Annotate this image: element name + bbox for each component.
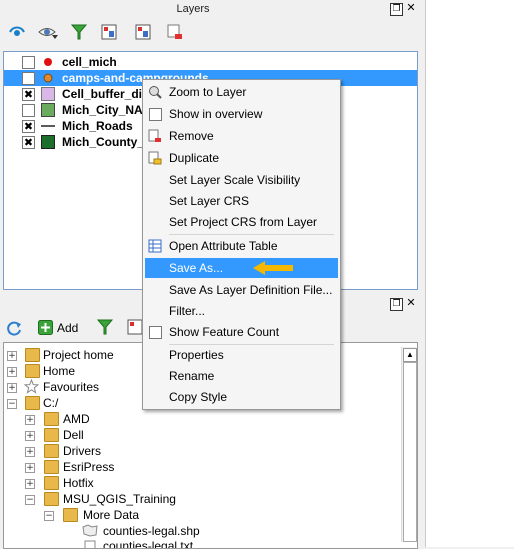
tree-item-label[interactable]: C:/: [43, 396, 58, 410]
add-icon[interactable]: [38, 320, 53, 335]
menu-item-open-attribute-table[interactable]: Open Attribute Table: [145, 236, 338, 256]
tree-item-label[interactable]: Dell: [63, 428, 84, 442]
tree-item-label[interactable]: Project home: [43, 348, 114, 362]
tree-item-label[interactable]: Drivers: [63, 444, 101, 458]
layer-visibility-checkbox[interactable]: [22, 104, 35, 117]
float-panel-button[interactable]: ❐: [390, 298, 403, 311]
checkbox-icon[interactable]: [149, 108, 162, 121]
filter-icon[interactable]: [70, 23, 88, 41]
menu-item-copy-style[interactable]: Copy Style: [145, 387, 338, 407]
menu-item-remove[interactable]: Remove: [145, 126, 338, 146]
polygon-symbol-icon: [41, 87, 55, 101]
layers-panel-title: Layers: [176, 3, 210, 15]
expand-toggle[interactable]: +: [7, 383, 17, 393]
file-icon: [84, 540, 96, 548]
line-symbol-icon: [41, 125, 55, 127]
add-button-label[interactable]: Add: [57, 321, 78, 335]
expand-toggle[interactable]: +: [25, 415, 35, 425]
table-icon: [148, 239, 162, 253]
arrow-left-icon: [253, 261, 293, 275]
open-layer-styling-icon[interactable]: [8, 23, 26, 41]
folder-icon: [44, 460, 59, 474]
collapse-all-icon[interactable]: [134, 23, 152, 41]
folder-icon: [44, 492, 59, 506]
menu-item-zoom-to-layer[interactable]: Zoom to Layer: [145, 82, 338, 102]
remove-layer-icon: [148, 129, 161, 142]
layer-name: Mich_Roads: [62, 119, 133, 133]
menu-separator: [169, 234, 334, 235]
collapse-toggle[interactable]: −: [44, 511, 54, 521]
layer-name: Mich_City_NAI: [62, 103, 147, 117]
menu-item-rename[interactable]: Rename: [145, 366, 338, 386]
folder-icon: [25, 348, 40, 362]
tree-item-label[interactable]: More Data: [83, 508, 139, 522]
star-icon: [24, 379, 39, 394]
folder-icon: [44, 444, 59, 458]
layer-name: Mich_County_: [62, 135, 145, 149]
collapse-toggle[interactable]: −: [25, 495, 35, 505]
menu-item-set-layer-scale-visibility[interactable]: Set Layer Scale Visibility: [145, 170, 338, 190]
layer-visibility-checkbox[interactable]: [22, 56, 35, 69]
layer-name: cell_mich: [62, 55, 117, 69]
expand-toggle[interactable]: +: [25, 479, 35, 489]
point-symbol-icon: [43, 73, 53, 83]
expand-toggle[interactable]: +: [7, 367, 17, 377]
menu-item-show-feature-count[interactable]: Show Feature Count: [145, 322, 338, 342]
tree-item-label[interactable]: EsriPress: [63, 460, 114, 474]
tree-item-label[interactable]: AMD: [63, 412, 90, 426]
menu-item-save-as[interactable]: Save As...: [145, 258, 338, 278]
tree-item-label[interactable]: counties-legal.txt: [103, 539, 193, 548]
menu-item-show-in-overview[interactable]: Show in overview: [145, 104, 338, 124]
float-panel-button[interactable]: ❐: [390, 3, 403, 16]
chevron-down-icon[interactable]: [52, 35, 58, 39]
remove-layer-icon[interactable]: [166, 23, 184, 41]
shapefile-icon: [82, 524, 98, 537]
scrollbar-thumb[interactable]: [403, 362, 417, 542]
layer-context-menu: Zoom to Layer Show in overview Remove Du…: [142, 79, 341, 410]
layer-row-cell-mich[interactable]: cell_mich: [4, 54, 417, 70]
close-panel-button[interactable]: ✕: [405, 297, 417, 308]
tree-item-label[interactable]: MSU_QGIS_Training: [63, 492, 176, 506]
scroll-up-button[interactable]: ▲: [403, 348, 417, 362]
collapse-toggle[interactable]: −: [7, 399, 17, 409]
duplicate-layer-icon: [148, 151, 162, 165]
menu-item-save-as-layer-definition[interactable]: Save As Layer Definition File...: [145, 280, 338, 300]
expand-toggle[interactable]: +: [25, 447, 35, 457]
polygon-symbol-icon: [41, 103, 55, 117]
expand-toggle[interactable]: +: [25, 463, 35, 473]
layer-visibility-checkbox[interactable]: ✖: [22, 120, 35, 133]
tree-item-label[interactable]: Favourites: [43, 380, 99, 394]
menu-item-properties[interactable]: Properties: [145, 345, 338, 365]
refresh-icon[interactable]: [5, 319, 23, 337]
folder-icon: [44, 428, 59, 442]
checkbox-icon[interactable]: [149, 326, 162, 339]
zoom-icon: [149, 86, 162, 99]
folder-icon: [63, 508, 78, 522]
layer-name: Cell_buffer_di: [62, 87, 143, 101]
menu-item-set-project-crs[interactable]: Set Project CRS from Layer: [145, 212, 338, 232]
tree-item-label[interactable]: Hotfix: [63, 476, 94, 490]
tree-item-label[interactable]: counties-legal.shp: [103, 524, 200, 538]
map-canvas-area[interactable]: [425, 0, 514, 547]
home-folder-icon: [25, 364, 40, 378]
expand-toggle[interactable]: +: [7, 351, 17, 361]
folder-icon: [44, 476, 59, 490]
vertical-scrollbar[interactable]: ▲: [401, 347, 417, 542]
menu-item-duplicate[interactable]: Duplicate: [145, 148, 338, 168]
expand-toggle[interactable]: +: [25, 431, 35, 441]
point-symbol-icon: [44, 58, 52, 66]
folder-icon: [44, 412, 59, 426]
tree-item-label[interactable]: Home: [43, 364, 75, 378]
menu-item-filter[interactable]: Filter...: [145, 301, 338, 321]
layer-visibility-checkbox[interactable]: ✖: [22, 72, 35, 85]
menu-item-set-layer-crs[interactable]: Set Layer CRS: [145, 191, 338, 211]
close-panel-button[interactable]: ✕: [405, 2, 417, 13]
expand-all-icon[interactable]: [100, 23, 118, 41]
folder-icon: [25, 396, 40, 410]
filter-icon[interactable]: [96, 318, 114, 336]
layer-visibility-checkbox[interactable]: ✖: [22, 88, 35, 101]
polygon-symbol-icon: [41, 135, 55, 149]
layer-visibility-checkbox[interactable]: ✖: [22, 136, 35, 149]
